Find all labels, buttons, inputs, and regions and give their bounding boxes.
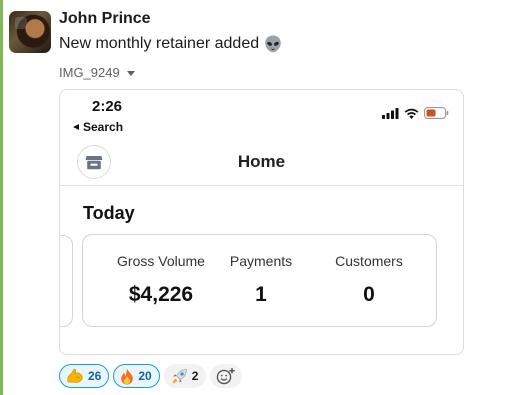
status-icons [382, 107, 449, 119]
message-text: New monthly retainer added [59, 35, 260, 52]
add-emoji-icon [217, 368, 236, 385]
reaction-flexed-biceps[interactable]: 26 [59, 364, 110, 388]
battery-icon [424, 107, 449, 119]
back-label: Search [83, 120, 124, 134]
reaction-count: 2 [191, 369, 199, 383]
author-name[interactable]: John Prince [59, 9, 151, 29]
reaction-rocket[interactable]: 2 [163, 364, 207, 388]
thread-accent-bar [0, 0, 3, 395]
attachment-filename: IMG_9249 [59, 65, 120, 80]
reaction-fire[interactable]: 20 [113, 364, 160, 388]
stat-label: Customers [335, 253, 403, 269]
image-attachment[interactable]: 2:26 Search Home Today Gross Volume $4,2… [59, 89, 464, 355]
reaction-count: 26 [88, 369, 102, 383]
chevron-down-icon [126, 71, 135, 76]
add-reaction-button[interactable] [210, 364, 243, 388]
fire-icon [121, 368, 134, 384]
stat-payments: Payments 1 [221, 253, 301, 307]
back-link: Search [73, 120, 123, 134]
page-title: Home [237, 152, 286, 171]
avatar[interactable] [9, 11, 51, 53]
previous-card [60, 235, 73, 327]
rocket-icon [172, 368, 187, 383]
message-body: New monthly retainer added [59, 34, 283, 54]
cellular-signal-icon [382, 107, 399, 119]
stat-value: 0 [363, 283, 375, 306]
stats-card: Gross Volume $4,226 Payments 1 Customers… [82, 234, 437, 327]
divider [60, 185, 463, 186]
stat-label: Gross Volume [117, 253, 205, 269]
alien-icon [263, 34, 283, 54]
back-arrow-icon [73, 124, 79, 130]
stat-customers: Customers 0 [325, 253, 413, 307]
stat-value: $4,226 [128, 283, 194, 306]
flexed-biceps-icon [67, 369, 83, 383]
wifi-icon [404, 108, 419, 119]
status-time: 2:26 [92, 98, 123, 115]
stat-value: 1 [255, 283, 267, 306]
attachment-toggle[interactable]: IMG_9249 [59, 65, 135, 81]
reactions-bar: 26 20 2 [59, 364, 243, 388]
reaction-count: 20 [138, 369, 152, 383]
stat-label: Payments [229, 253, 293, 269]
stat-gross-volume: Gross Volume $4,226 [101, 253, 221, 307]
section-title: Today [83, 203, 135, 223]
